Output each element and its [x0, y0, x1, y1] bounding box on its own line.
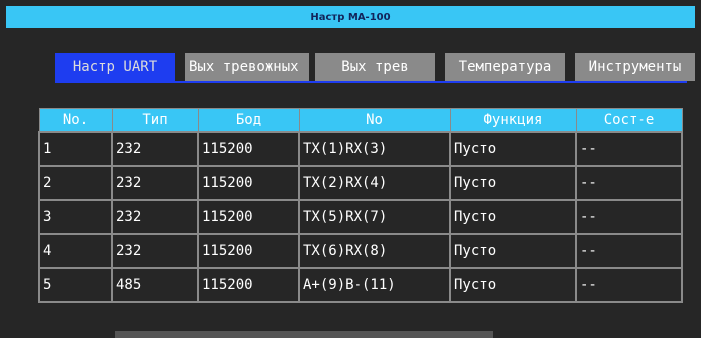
- cell-type: 232: [111, 165, 199, 201]
- window-title: Настр МА-100: [310, 11, 391, 23]
- cell-no: 5: [38, 267, 113, 303]
- cell-state: --: [575, 199, 683, 235]
- cell-no: 4: [38, 233, 113, 269]
- cell-type: 232: [111, 233, 199, 269]
- table-row[interactable]: 4 232 115200 TX(6)RX(8) Пусто --: [38, 233, 683, 269]
- tab-label: Инструменты: [588, 59, 682, 75]
- cell-no: 3: [38, 199, 113, 235]
- cell-function: Пусто: [449, 267, 577, 303]
- table-header-row: No. Тип Бод No Функция Сост-е: [38, 108, 683, 133]
- cell-pins: TX(2)RX(4): [298, 165, 451, 201]
- horizontal-scrollbar[interactable]: [115, 331, 493, 338]
- cell-baud: 115200: [197, 165, 300, 201]
- cell-pins: TX(5)RX(7): [298, 199, 451, 235]
- tab-temperature[interactable]: Температура: [445, 53, 565, 81]
- cell-no: 1: [38, 131, 113, 167]
- cell-state: --: [575, 233, 683, 269]
- tab-label: Температура: [458, 59, 552, 75]
- cell-baud: 115200: [197, 233, 300, 269]
- tab-alarm-out[interactable]: Вых трев: [315, 53, 435, 81]
- table-row[interactable]: 1 232 115200 TX(1)RX(3) Пусто --: [38, 131, 683, 167]
- cell-type: 232: [111, 199, 199, 235]
- cell-type: 485: [111, 267, 199, 303]
- cell-baud: 115200: [197, 131, 300, 167]
- title-bar: Настр МА-100: [6, 6, 695, 28]
- tab-label: Вых трев: [341, 59, 409, 75]
- table-row[interactable]: 3 232 115200 TX(5)RX(7) Пусто --: [38, 199, 683, 235]
- tab-label: Настр UART: [72, 59, 158, 75]
- cell-pins: TX(1)RX(3): [298, 131, 451, 167]
- cell-baud: 115200: [197, 199, 300, 235]
- col-header-baud: Бод: [197, 108, 300, 133]
- tab-tools[interactable]: Инструменты: [575, 53, 695, 81]
- cell-function: Пусто: [449, 233, 577, 269]
- tab-underline: [55, 81, 687, 83]
- cell-type: 232: [111, 131, 199, 167]
- uart-table: No. Тип Бод No Функция Сост-е 1 232 1152…: [38, 108, 683, 303]
- cell-no: 2: [38, 165, 113, 201]
- col-header-pins: No: [298, 108, 451, 133]
- tab-uart-settings[interactable]: Настр UART: [55, 53, 175, 81]
- cell-state: --: [575, 267, 683, 303]
- cell-function: Пусто: [449, 165, 577, 201]
- col-header-type: Тип: [111, 108, 199, 133]
- cell-pins: TX(6)RX(8): [298, 233, 451, 269]
- table-row[interactable]: 5 485 115200 A+(9)B-(11) Пусто --: [38, 267, 683, 303]
- cell-function: Пусто: [449, 131, 577, 167]
- cell-state: --: [575, 131, 683, 167]
- table-row[interactable]: 2 232 115200 TX(2)RX(4) Пусто --: [38, 165, 683, 201]
- col-header-state: Сост-е: [575, 108, 683, 133]
- tab-alarm-outputs[interactable]: Вых тревожных: [185, 53, 309, 81]
- tab-label: Вых тревожных: [189, 59, 299, 75]
- cell-pins: A+(9)B-(11): [298, 267, 451, 303]
- cell-function: Пусто: [449, 199, 577, 235]
- cell-baud: 115200: [197, 267, 300, 303]
- col-header-no: No.: [38, 108, 113, 133]
- cell-state: --: [575, 165, 683, 201]
- col-header-function: Функция: [449, 108, 577, 133]
